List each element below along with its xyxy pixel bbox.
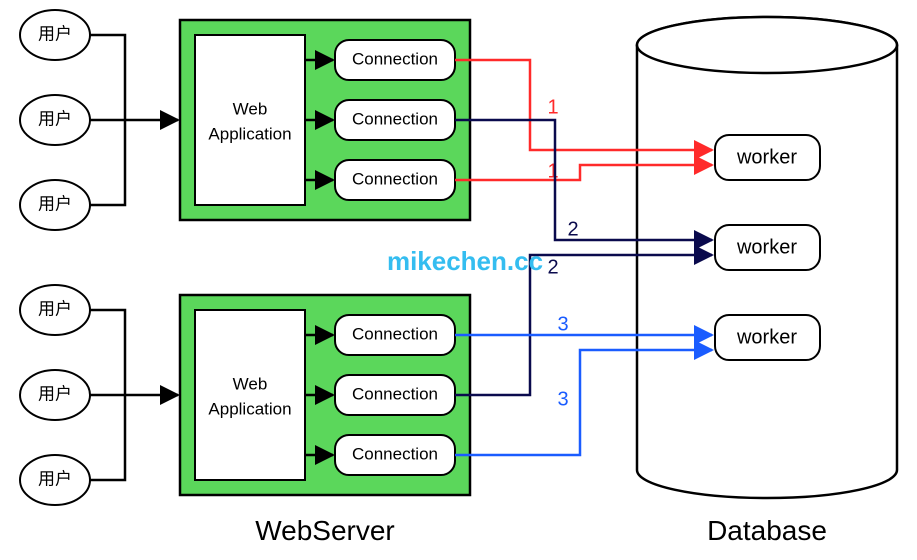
connection-box: Connection [335,100,455,140]
user-node: 用户 [20,455,90,505]
database-caption: Database [707,515,827,546]
connection-box: Connection [335,375,455,415]
webserver-box: Web Application Connection Connection Co… [180,20,470,220]
connection-box: Connection [335,435,455,475]
svg-text:worker: worker [736,326,797,348]
edge-label: 1 [547,96,558,118]
user-label: 用户 [38,24,72,43]
svg-text:worker: worker [736,146,797,168]
webserver-box: Web Application Connection Connection Co… [180,295,470,495]
svg-text:Connection: Connection [352,49,438,68]
user-label: 用户 [38,469,72,488]
connection-box: Connection [335,315,455,355]
user-label: 用户 [38,299,72,318]
user-node: 用户 [20,95,90,145]
user-label: 用户 [38,109,72,128]
user-node: 用户 [20,370,90,420]
svg-text:Connection: Connection [352,169,438,188]
web-app-label: Application [208,399,291,418]
web-app-label: Application [208,124,291,143]
database-cylinder: worker worker worker [637,17,897,498]
svg-text:Connection: Connection [352,109,438,128]
svg-text:Connection: Connection [352,384,438,403]
connection-box: Connection [335,40,455,80]
user-node: 用户 [20,10,90,60]
edge-label: 3 [557,313,568,335]
webserver-caption: WebServer [255,515,395,546]
svg-text:worker: worker [736,236,797,258]
connection-box: Connection [335,160,455,200]
web-application-box [195,310,305,480]
edge-label: 2 [567,218,578,240]
edge-label: 2 [547,256,558,278]
worker-box: worker [715,315,820,360]
web-application-box [195,35,305,205]
users-to-server-arrow [90,310,178,480]
user-label: 用户 [38,384,72,403]
svg-text:Connection: Connection [352,444,438,463]
architecture-diagram: 用户 用户 用户 用户 用户 用户 Web Application Connec… [0,0,917,560]
web-app-label: Web [233,99,268,118]
svg-text:Connection: Connection [352,324,438,343]
user-node: 用户 [20,180,90,230]
worker-box: worker [715,225,820,270]
edge-label: 1 [547,160,558,182]
watermark-text: mikechen.cc [387,246,543,276]
edge-label: 3 [557,388,568,410]
user-label: 用户 [38,194,72,213]
worker-box: worker [715,135,820,180]
user-node: 用户 [20,285,90,335]
users-to-server-arrow [90,35,178,205]
web-app-label: Web [233,374,268,393]
